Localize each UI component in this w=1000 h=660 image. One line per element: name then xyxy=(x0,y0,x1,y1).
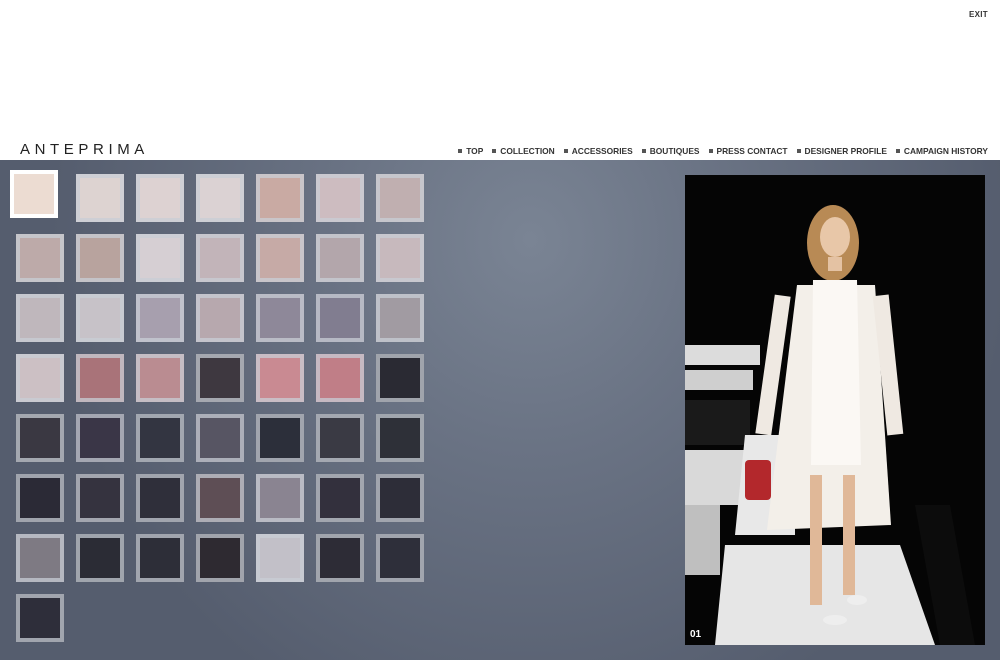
look-thumbnail[interactable] xyxy=(316,294,364,342)
look-thumbnail[interactable] xyxy=(196,294,244,342)
nav-label: PRESS CONTACT xyxy=(716,146,788,156)
look-thumbnail[interactable] xyxy=(16,534,64,582)
runway-photo: 01 xyxy=(685,175,985,645)
nav-label: TOP xyxy=(466,146,484,156)
nav-item-collection[interactable]: COLLECTION xyxy=(492,146,555,156)
look-thumbnail[interactable] xyxy=(376,354,424,402)
look-thumbnail[interactable] xyxy=(376,234,424,282)
look-thumbnail[interactable] xyxy=(256,294,304,342)
bullet-icon xyxy=(895,149,900,153)
collection-stage: 01 xyxy=(0,160,1000,660)
look-thumbnail[interactable] xyxy=(136,294,184,342)
look-thumbnail[interactable] xyxy=(76,474,124,522)
look-thumbnail[interactable] xyxy=(316,234,364,282)
look-thumbnail[interactable] xyxy=(136,474,184,522)
look-thumbnail[interactable] xyxy=(316,534,364,582)
look-thumbnail[interactable] xyxy=(16,294,64,342)
bullet-icon xyxy=(458,149,463,153)
look-thumbnail[interactable] xyxy=(196,354,244,402)
look-thumbnail[interactable] xyxy=(16,594,64,642)
look-thumbnail[interactable] xyxy=(136,174,184,222)
look-thumbnail[interactable] xyxy=(76,354,124,402)
look-thumbnail[interactable] xyxy=(316,474,364,522)
look-thumbnail[interactable] xyxy=(256,174,304,222)
bullet-icon xyxy=(563,149,568,153)
bullet-icon xyxy=(492,149,497,153)
look-thumbnail[interactable] xyxy=(376,294,424,342)
look-thumbnail[interactable] xyxy=(256,354,304,402)
nav-label: COLLECTION xyxy=(500,146,555,156)
look-thumbnail[interactable] xyxy=(16,234,64,282)
nav-item-campaign-history[interactable]: CAMPAIGN HISTORY xyxy=(895,146,988,156)
look-thumbnail[interactable] xyxy=(136,414,184,462)
look-thumbnail[interactable] xyxy=(76,534,124,582)
nav-item-press-contact[interactable]: PRESS CONTACT xyxy=(708,146,788,156)
look-thumbnail[interactable] xyxy=(196,534,244,582)
photo-number: 01 xyxy=(690,629,702,640)
look-thumbnail[interactable] xyxy=(196,234,244,282)
bullet-icon xyxy=(796,149,801,153)
look-thumbnail[interactable] xyxy=(136,234,184,282)
bullet-icon xyxy=(708,149,713,153)
look-thumbnail[interactable] xyxy=(256,474,304,522)
nav-item-boutiques[interactable]: BOUTIQUES xyxy=(641,146,700,156)
runway-illustration xyxy=(685,175,985,645)
look-thumbnail[interactable] xyxy=(16,414,64,462)
nav-item-top[interactable]: TOP xyxy=(458,146,483,156)
look-thumbnail[interactable] xyxy=(76,234,124,282)
look-thumbnail[interactable] xyxy=(376,414,424,462)
look-thumbnail[interactable] xyxy=(316,174,364,222)
look-thumbnail[interactable] xyxy=(376,534,424,582)
look-thumbnail[interactable] xyxy=(16,354,64,402)
look-thumbnail[interactable] xyxy=(316,414,364,462)
look-thumbnail[interactable] xyxy=(76,414,124,462)
look-thumbnail[interactable] xyxy=(376,474,424,522)
nav-label: DESIGNER PROFILE xyxy=(804,146,887,156)
exit-link[interactable]: EXIT xyxy=(969,10,988,19)
look-thumbnail[interactable] xyxy=(196,174,244,222)
look-thumbnail[interactable] xyxy=(256,534,304,582)
nav-item-accessories[interactable]: ACCESSORIES xyxy=(563,146,633,156)
look-thumbnail[interactable] xyxy=(316,354,364,402)
look-thumbnail[interactable] xyxy=(76,174,124,222)
look-thumbnail[interactable] xyxy=(10,170,58,218)
brand-logo[interactable]: ANTEPRIMA xyxy=(20,141,149,158)
look-thumbnail[interactable] xyxy=(256,234,304,282)
look-thumbnail[interactable] xyxy=(76,294,124,342)
bullet-icon xyxy=(641,149,646,153)
look-thumbnail[interactable] xyxy=(136,354,184,402)
look-thumbnail[interactable] xyxy=(196,474,244,522)
nav-label: CAMPAIGN HISTORY xyxy=(903,146,988,156)
look-thumbnail[interactable] xyxy=(196,414,244,462)
look-thumbnail[interactable] xyxy=(136,534,184,582)
main-nav: TOP COLLECTION ACCESSORIES BOUTIQUES PRE… xyxy=(449,146,988,156)
look-thumbnail[interactable] xyxy=(256,414,304,462)
look-thumbnail[interactable] xyxy=(376,174,424,222)
nav-item-designer-profile[interactable]: DESIGNER PROFILE xyxy=(796,146,887,156)
look-thumbnail[interactable] xyxy=(16,474,64,522)
nav-label: ACCESSORIES xyxy=(571,146,633,156)
nav-label: BOUTIQUES xyxy=(649,146,700,156)
